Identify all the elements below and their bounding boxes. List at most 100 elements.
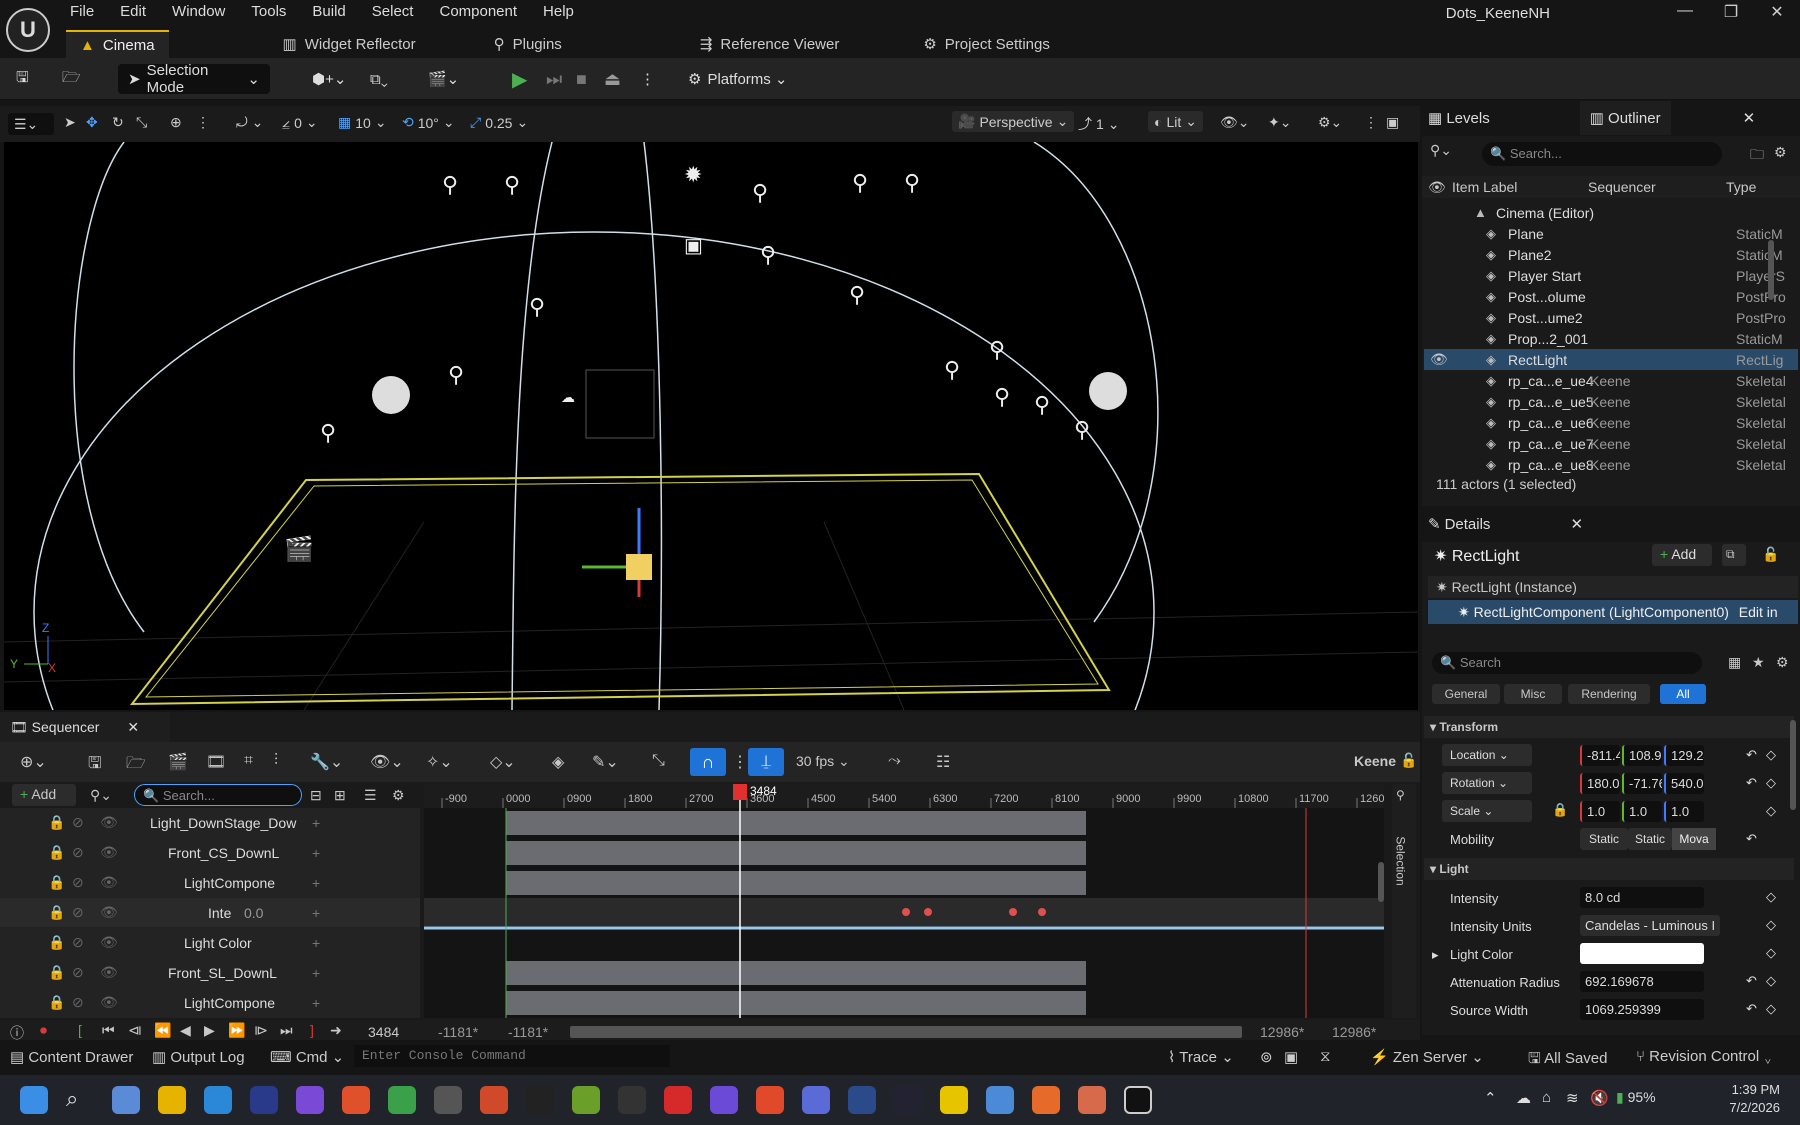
add-component-button[interactable]: + Add bbox=[1652, 544, 1712, 566]
play-icon[interactable]: ▶ bbox=[512, 64, 527, 94]
next-frame-icon[interactable]: ⏩ bbox=[228, 1022, 245, 1039]
track-value[interactable]: 0.0 bbox=[244, 905, 263, 921]
browse-icon[interactable]: 🗁 bbox=[62, 64, 81, 94]
mute-icon[interactable]: ⊘ bbox=[72, 874, 84, 891]
lock-icon[interactable]: 🔒 bbox=[48, 994, 65, 1011]
keyframe-icon[interactable]: ◇ bbox=[1766, 775, 1776, 791]
outliner-row[interactable]: ◈ rp_ca...e_ue6 Keene Skeletal bbox=[1424, 412, 1798, 433]
rotation-z-input[interactable]: 540.0 bbox=[1664, 773, 1704, 794]
menu-icon[interactable]: ☰ bbox=[364, 787, 377, 804]
save-icon[interactable]: 🖫 bbox=[16, 64, 29, 94]
view-start[interactable]: -1181* bbox=[438, 1024, 478, 1040]
filter-general[interactable]: General bbox=[1432, 684, 1500, 704]
diamond-icon[interactable]: ◇⌄ bbox=[490, 752, 516, 772]
tab-plugins[interactable]: ⚲ Plugins bbox=[480, 30, 576, 58]
lock-icon[interactable]: 🔒 bbox=[48, 964, 65, 981]
more-icon[interactable]: ⋮ bbox=[732, 752, 748, 772]
eject-icon[interactable]: ⏏ bbox=[604, 64, 621, 94]
outliner-row[interactable]: ◈ Plane StaticM bbox=[1424, 223, 1798, 244]
restore-icon[interactable]: ❐ bbox=[1708, 2, 1754, 22]
selection-side-tab[interactable]: ⚲ Selection bbox=[1392, 784, 1416, 1018]
keyframe-icon[interactable]: ◇ bbox=[1766, 803, 1776, 819]
reset-icon[interactable]: ↶ bbox=[1746, 973, 1757, 989]
app-icon[interactable] bbox=[296, 1086, 324, 1114]
playback-end[interactable]: 12986* bbox=[1260, 1024, 1304, 1040]
atten-input[interactable]: 692.169678 bbox=[1580, 971, 1704, 992]
units-dropdown[interactable]: Candelas - Luminous I ⌄ bbox=[1580, 915, 1720, 936]
filter-misc[interactable]: Misc bbox=[1504, 684, 1562, 704]
lock-icon[interactable]: 🔒 bbox=[48, 904, 65, 921]
more-icon[interactable]: ⋮ bbox=[196, 114, 210, 131]
wifi-icon[interactable]: ≋ bbox=[1566, 1089, 1579, 1107]
notes-icon[interactable] bbox=[940, 1086, 968, 1114]
brave-icon[interactable] bbox=[342, 1086, 370, 1114]
chevron-right-icon[interactable]: ▸ bbox=[1432, 947, 1439, 963]
add-key-icon[interactable]: + bbox=[312, 905, 320, 921]
keyframe-icon[interactable]: ◇ bbox=[1766, 889, 1776, 905]
translate-icon[interactable]: ✥ bbox=[86, 114, 98, 131]
github-icon[interactable] bbox=[710, 1086, 738, 1114]
keyframe-icon[interactable]: ◇ bbox=[1766, 973, 1776, 989]
outliner-row[interactable]: ◈ rp_ca...e_ue7 Keene Skeletal bbox=[1424, 433, 1798, 454]
menu-tools[interactable]: Tools bbox=[251, 3, 286, 20]
selection-mode-dropdown[interactable]: ➤ Selection Mode ⌄ bbox=[118, 62, 270, 96]
menu-select[interactable]: Select bbox=[372, 3, 414, 20]
reset-icon[interactable]: ↶ bbox=[1746, 1001, 1757, 1017]
star-icon[interactable]: ★ bbox=[1752, 654, 1765, 671]
lock-icon[interactable]: 🔒 bbox=[48, 874, 65, 891]
onepassword-icon[interactable] bbox=[848, 1086, 876, 1114]
prev-key-icon[interactable]: ⧏ bbox=[128, 1022, 142, 1039]
track-row[interactable]: 🔒 ⊘ 👁 Light Color + bbox=[0, 928, 420, 958]
lit-button[interactable]: ◐ Lit ⌄ bbox=[1148, 111, 1203, 132]
playback-start[interactable]: -1181* bbox=[508, 1024, 548, 1040]
menu-file[interactable]: File bbox=[70, 3, 94, 20]
mute-icon[interactable]: ⊘ bbox=[72, 844, 84, 861]
details-scrollbar[interactable] bbox=[1790, 720, 1796, 810]
rotation-x-input[interactable]: 180.00 bbox=[1580, 773, 1620, 794]
mute-icon[interactable]: ⊘ bbox=[72, 904, 84, 921]
cmd-dropdown[interactable]: ⌨ Cmd ⌄ bbox=[270, 1048, 344, 1066]
app-cloud-icon[interactable] bbox=[802, 1086, 830, 1114]
keyframe-icon[interactable]: ◇ bbox=[1766, 917, 1776, 933]
location-z-input[interactable]: 129.24 bbox=[1664, 745, 1704, 766]
table-icon[interactable]: ▦ bbox=[1728, 654, 1741, 671]
save-icon[interactable]: 🖫 bbox=[88, 752, 102, 779]
track-row[interactable]: 🔒 ⊘ 👁 Front_SL_DownL + bbox=[0, 958, 420, 988]
component-row[interactable]: ✷ RectLightComponent (LightComponent0) E… bbox=[1428, 600, 1798, 624]
browse-icon[interactable]: 🗁 bbox=[126, 752, 146, 779]
grid-snap[interactable]: ▦ 10 ⌄ bbox=[338, 114, 387, 131]
outliner-row[interactable]: ◈ rp_ca...e_ue4 Keene Skeletal bbox=[1424, 370, 1798, 391]
m365-icon[interactable] bbox=[112, 1086, 140, 1114]
outliner-row[interactable]: ◈ rp_ca...e_ue8 Keene Skeletal bbox=[1424, 454, 1798, 475]
track-row[interactable]: 🔒 ⊘ 👁 Light_DownStage_Dow + bbox=[0, 808, 420, 838]
key-diamond-icon[interactable]: ◈ bbox=[552, 752, 564, 772]
zen-server-dropdown[interactable]: ⚡ Zen Server ⌄ bbox=[1370, 1048, 1484, 1066]
network-icon[interactable]: ⌂ bbox=[1542, 1089, 1551, 1106]
light-section[interactable]: ▾ Light bbox=[1424, 858, 1794, 880]
step-icon[interactable]: ⏭ bbox=[546, 64, 562, 94]
add-actor-icon[interactable]: ⬢+⌄ bbox=[312, 64, 346, 94]
viewport-options-icon[interactable]: ☰⌄ bbox=[8, 113, 54, 135]
playhead-snap-icon[interactable]: ⍊ bbox=[748, 748, 784, 776]
key-icon[interactable]: ⌗ bbox=[244, 752, 253, 770]
firefox-icon[interactable] bbox=[1032, 1086, 1060, 1114]
rectlight-gizmo[interactable] bbox=[626, 554, 652, 580]
end-bracket-icon[interactable]: ] bbox=[310, 1022, 314, 1038]
lock-icon[interactable]: 🔓 bbox=[1762, 546, 1779, 563]
add-key-icon[interactable]: + bbox=[312, 995, 320, 1011]
intensity-input[interactable]: 8.0 cd bbox=[1580, 887, 1704, 908]
close-icon[interactable]: ✕ bbox=[1743, 109, 1756, 127]
snap-icon[interactable]: ∩ bbox=[690, 748, 726, 776]
track-row[interactable]: 🔒 ⊘ 👁 Inte 0.0 + bbox=[0, 898, 420, 928]
details-label[interactable]: Details bbox=[1445, 516, 1491, 533]
screenshot-icon[interactable]: ▣ bbox=[1284, 1048, 1298, 1066]
mute-icon[interactable]: ⊘ bbox=[72, 934, 84, 951]
wrench-icon[interactable]: 🔧⌄ bbox=[310, 752, 343, 772]
world-icon[interactable]: ⊕ bbox=[170, 114, 182, 131]
track-row[interactable]: 🔒 ⊘ 👁 LightCompone + bbox=[0, 868, 420, 898]
mobility-movable[interactable]: Mova bbox=[1672, 828, 1716, 850]
powerpoint-icon[interactable] bbox=[480, 1086, 508, 1114]
scale-y-input[interactable]: 1.0 bbox=[1622, 801, 1662, 822]
outliner-root[interactable]: ▲ Cinema (Editor) bbox=[1424, 202, 1798, 223]
scale-dropdown[interactable]: Scale ⌄ bbox=[1442, 800, 1532, 822]
